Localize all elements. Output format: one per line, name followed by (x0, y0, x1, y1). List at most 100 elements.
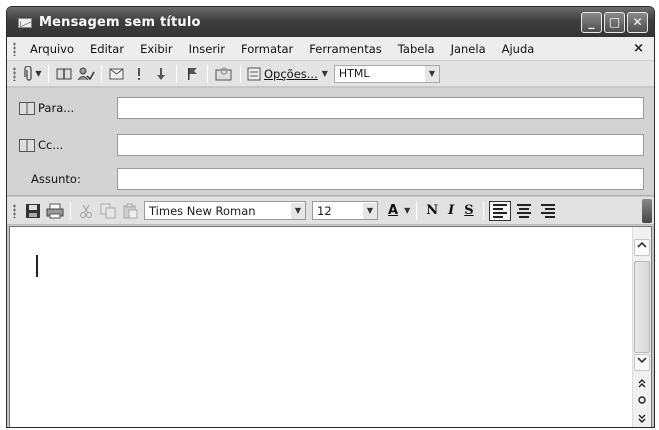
menu-bar: Arquivo Editar Exibir Inserir Formatar F… (7, 37, 654, 61)
text-cursor (36, 255, 38, 277)
address-book-button[interactable] (55, 64, 73, 84)
scroll-up-button[interactable] (634, 239, 650, 256)
paperclip-icon (24, 65, 33, 81)
message-format-value: HTML (338, 67, 370, 80)
italic-button[interactable]: I (443, 203, 459, 218)
print-button[interactable] (46, 201, 64, 221)
cc-button[interactable]: Cc... (7, 138, 111, 152)
menu-tabela[interactable]: Tabela (390, 42, 443, 56)
chevron-down-icon[interactable]: ▼ (35, 69, 41, 78)
chevron-down-icon[interactable]: ▼ (363, 202, 377, 219)
menu-grip[interactable] (13, 41, 16, 56)
cc-label: Cc... (38, 138, 64, 152)
toolbar-separator (70, 201, 71, 220)
down-arrow-icon (157, 67, 165, 80)
toolbar-separator (482, 201, 484, 220)
floppy-disk-icon (26, 203, 40, 218)
chevron-down-icon[interactable]: ▼ (424, 65, 439, 82)
previous-page-button[interactable] (636, 377, 648, 391)
envelope-icon (17, 15, 33, 29)
exclamation-icon (138, 67, 140, 80)
font-name-value: Times New Roman (149, 203, 256, 218)
chevron-down-icon[interactable]: ▼ (404, 206, 410, 215)
cc-field[interactable] (117, 134, 644, 156)
importance-high-button[interactable] (130, 64, 148, 84)
message-window: Mensagem sem título _ □ ✕ Arquivo Editar… (6, 6, 655, 428)
maximize-button[interactable]: □ (604, 12, 625, 33)
toolbar-separator (176, 64, 177, 83)
double-down-arrow-icon (638, 414, 646, 423)
follow-up-button[interactable] (183, 64, 201, 84)
font-color-button[interactable]: A ▼ (383, 201, 410, 221)
font-color-label: A (388, 203, 399, 218)
window-title: Mensagem sem título (39, 14, 201, 30)
font-name-select[interactable]: Times New Roman ▼ (144, 201, 306, 220)
to-button[interactable]: Para... (7, 101, 111, 115)
menu-arquivo[interactable]: Arquivo (22, 42, 82, 56)
menu-close-button[interactable]: × (633, 41, 644, 56)
envelope-lock-icon (215, 67, 232, 80)
toolbar-grip[interactable] (13, 203, 16, 218)
window-controls: _ □ ✕ (581, 12, 648, 33)
toolbar-separator (48, 64, 49, 83)
menu-formatar[interactable]: Formatar (233, 42, 301, 56)
cut-button[interactable] (77, 201, 95, 221)
options-button[interactable]: Opções... ▼ (247, 64, 328, 84)
menu-ajuda[interactable]: Ajuda (494, 42, 543, 56)
permission-button[interactable] (214, 64, 234, 84)
envelope-attach-icon (109, 68, 124, 79)
circle-icon (638, 396, 646, 404)
close-button[interactable]: ✕ (627, 12, 648, 33)
double-up-arrow-icon (638, 379, 646, 388)
insert-item-button[interactable] (108, 64, 126, 84)
align-left-button[interactable] (488, 200, 511, 221)
standard-toolbar: ▼ Opções... ▼ HTML ▼ (7, 61, 654, 87)
message-body[interactable] (9, 226, 652, 427)
chevron-down-icon (637, 357, 647, 364)
toolbar-overflow-button[interactable] (642, 199, 652, 223)
menu-editar[interactable]: Editar (82, 42, 132, 56)
vertical-scrollbar[interactable] (632, 227, 651, 427)
to-label: Para... (38, 101, 75, 115)
subject-label: Assunto: (31, 172, 81, 186)
toolbar-grip[interactable] (13, 66, 16, 81)
options-icon (247, 67, 261, 80)
chevron-down-icon[interactable]: ▼ (322, 69, 328, 78)
scissors-icon (80, 204, 92, 218)
subject-row: Assunto: (7, 167, 654, 191)
flag-icon (188, 67, 197, 80)
clipboard-icon (123, 203, 138, 218)
bold-button[interactable]: N (421, 203, 443, 218)
to-field[interactable] (117, 97, 644, 119)
align-right-button[interactable] (537, 201, 559, 221)
paste-button[interactable] (121, 201, 139, 221)
font-size-value: 12 (317, 203, 332, 218)
scroll-thumb[interactable] (634, 261, 650, 353)
scroll-down-button[interactable] (634, 354, 650, 371)
chevron-down-icon[interactable]: ▼ (291, 202, 305, 219)
title-bar[interactable]: Mensagem sem título _ □ ✕ (7, 7, 654, 37)
attach-file-button[interactable]: ▼ (24, 64, 42, 84)
printer-icon (46, 203, 64, 218)
menu-inserir[interactable]: Inserir (181, 42, 233, 56)
select-browse-object-button[interactable] (636, 395, 648, 409)
minimize-button[interactable]: _ (581, 12, 602, 33)
message-format-select[interactable]: HTML ▼ (333, 64, 440, 83)
menu-ferramentas[interactable]: Ferramentas (301, 42, 389, 56)
menu-janela[interactable]: Janela (443, 42, 494, 56)
font-size-select[interactable]: 12 ▼ (312, 201, 378, 220)
menu-exibir[interactable]: Exibir (132, 42, 181, 56)
align-center-button[interactable] (513, 201, 535, 221)
underline-button[interactable]: S (459, 203, 478, 218)
toolbar-separator (240, 64, 241, 83)
copy-button[interactable] (99, 201, 117, 221)
address-book-icon (19, 101, 35, 115)
subject-field[interactable] (117, 168, 644, 190)
next-page-button[interactable] (636, 413, 648, 427)
importance-low-button[interactable] (152, 64, 170, 84)
save-button[interactable] (24, 201, 42, 221)
check-names-button[interactable] (77, 64, 95, 84)
address-book-icon (56, 68, 72, 79)
address-panel: Para... Cc... Assunto: (7, 88, 654, 196)
formatting-toolbar: Times New Roman ▼ 12 ▼ A ▼ N I S (7, 197, 654, 225)
